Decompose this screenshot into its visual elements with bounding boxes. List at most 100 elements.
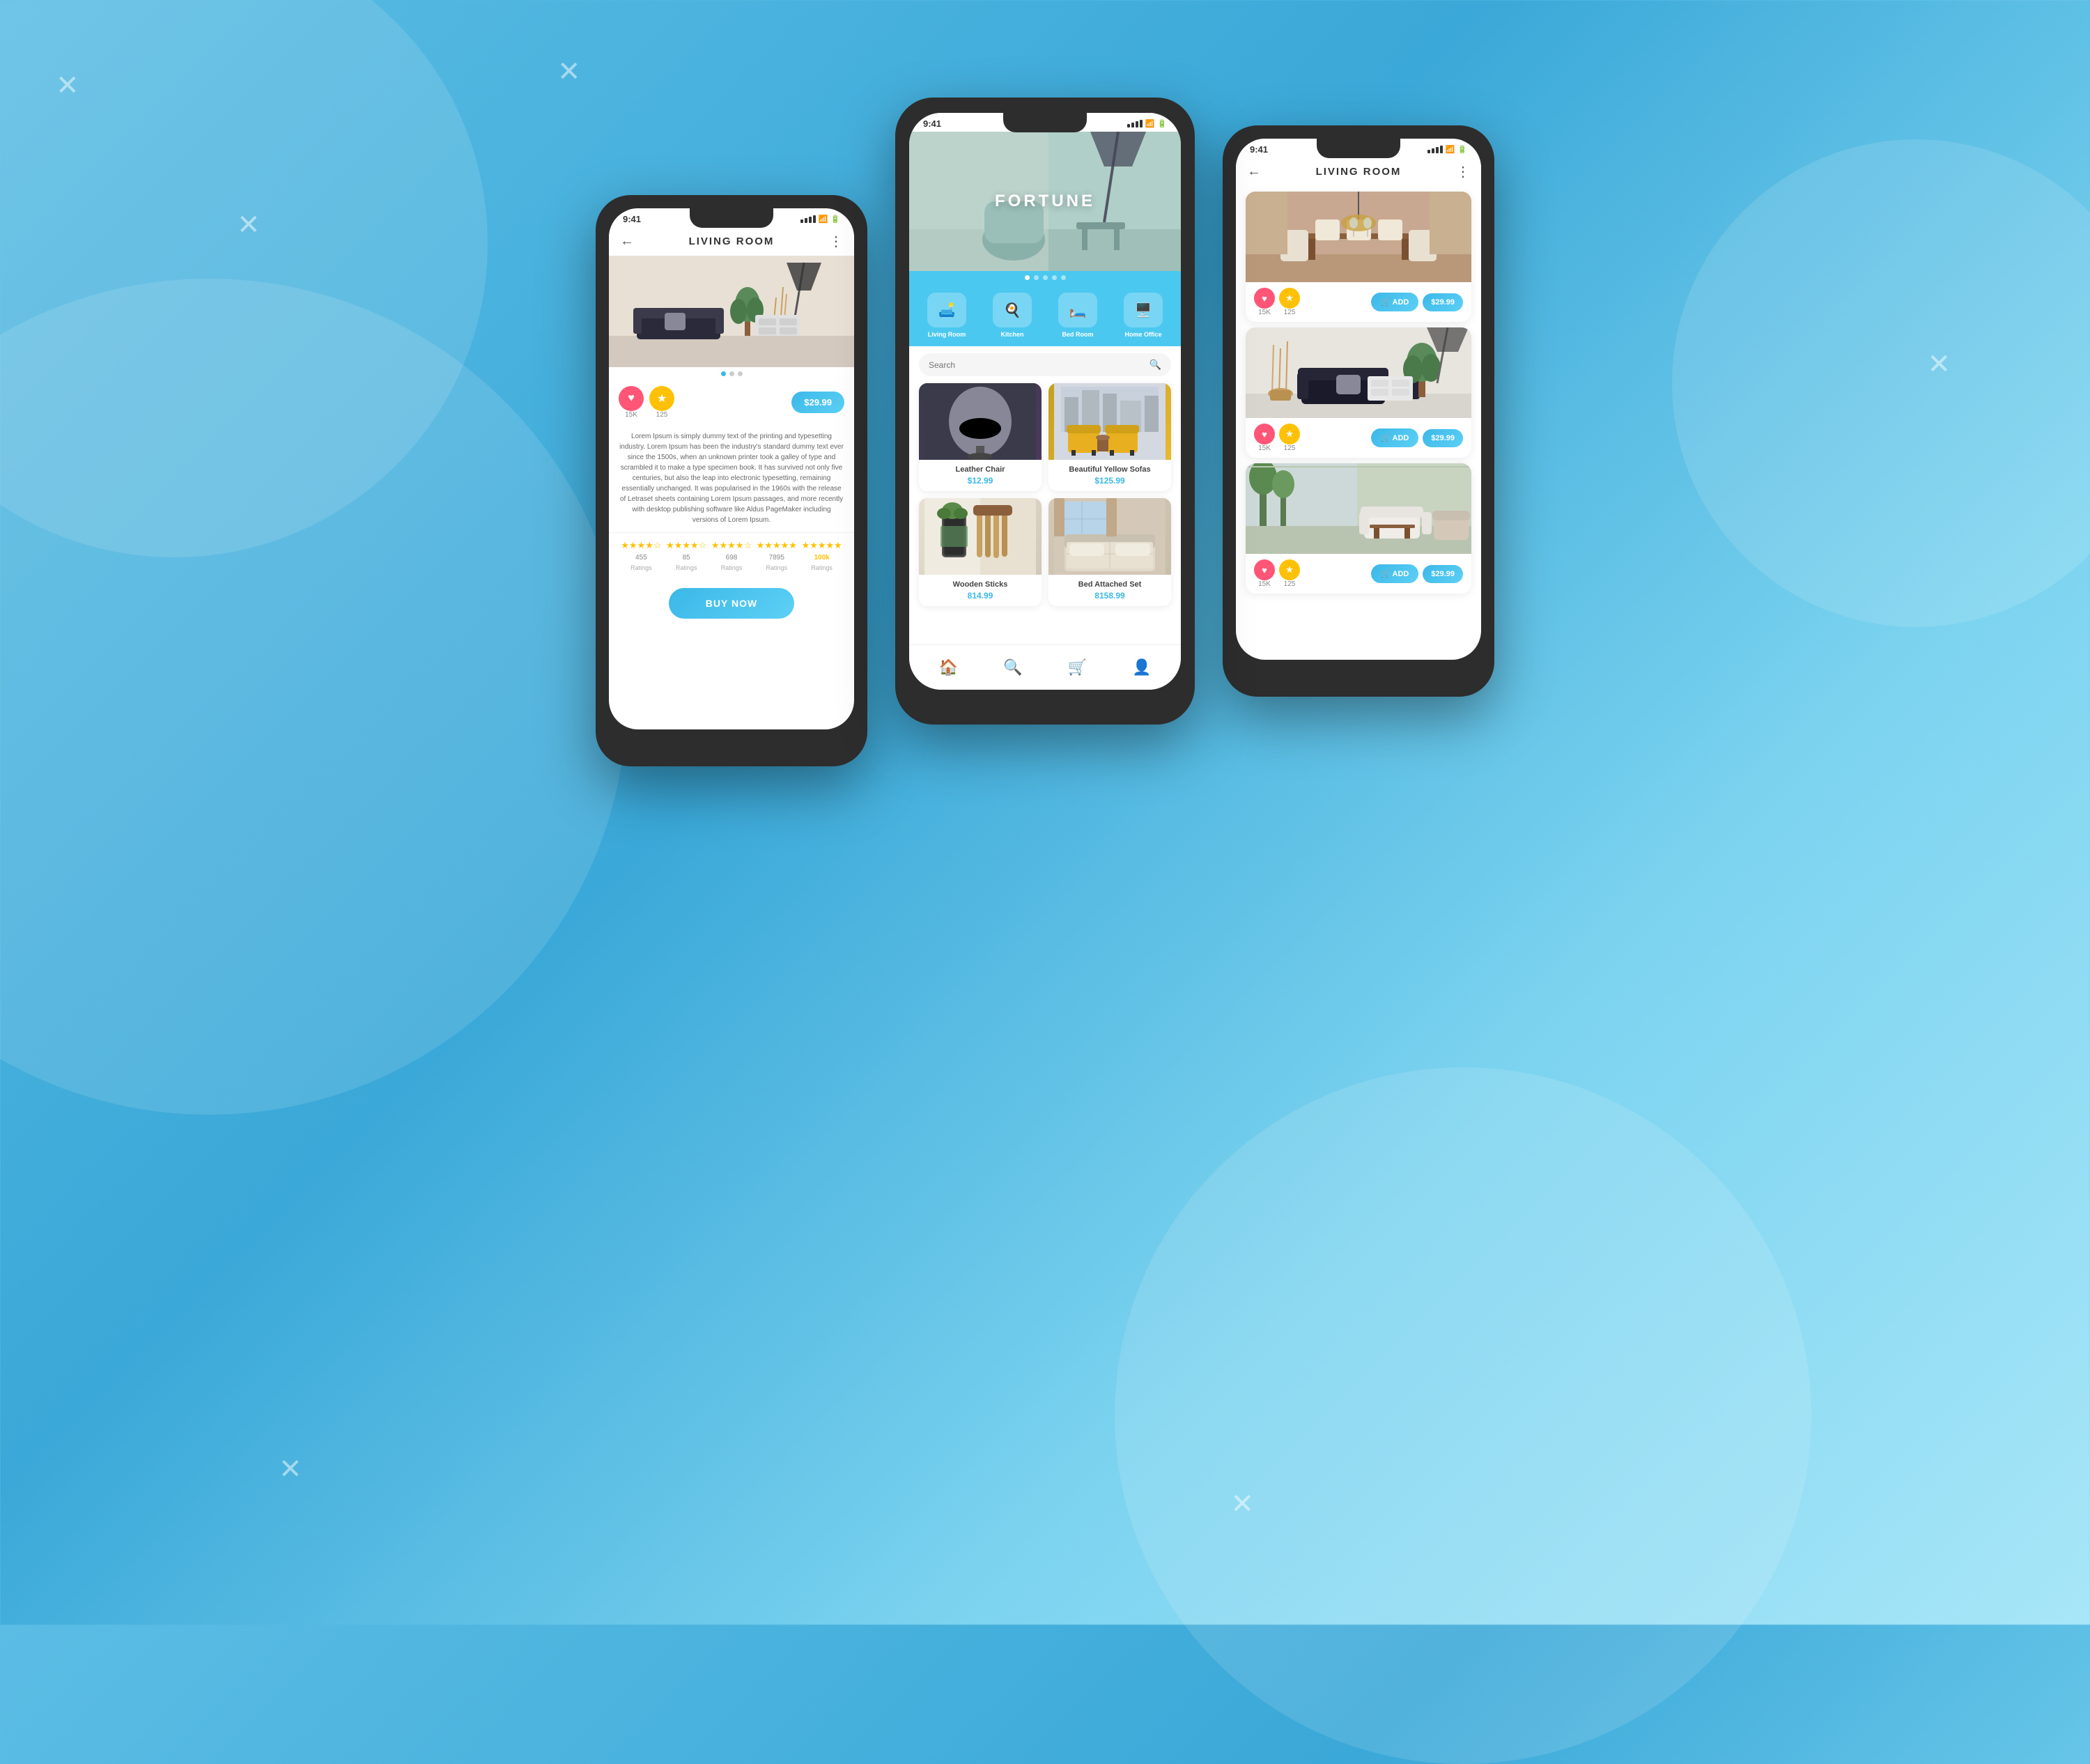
banner-dot-4 xyxy=(1052,275,1057,280)
bed-room-label: Bed Room xyxy=(1062,331,1094,338)
product-card-wooden-sticks[interactable]: Wooden Sticks 814.99 xyxy=(919,498,1042,606)
heart-count-left: ♥ 15K xyxy=(619,386,644,419)
status-time-center: 9:41 xyxy=(923,118,941,129)
star-label-right-2: 125 xyxy=(1284,444,1296,452)
star-count-right-2: ★ 125 xyxy=(1279,424,1300,452)
product-name-yellow-sofas: Beautiful Yellow Sofas xyxy=(1055,465,1164,474)
banner-dots xyxy=(909,271,1181,284)
count-2: 85 xyxy=(683,554,690,562)
hero-image-left xyxy=(609,256,854,367)
heart-count-right-2: ♥ 15K xyxy=(1254,424,1275,452)
notch xyxy=(690,208,773,228)
add-button-right-3[interactable]: 🛒 ADD xyxy=(1371,564,1418,583)
living-room-icon-box: 🛋️ xyxy=(927,293,966,327)
more-menu-left[interactable]: ⋮ xyxy=(829,233,843,250)
nav-search[interactable]: 🔍 xyxy=(998,652,1028,683)
wifi-icon-left: 📶 xyxy=(819,215,828,224)
dot-1 xyxy=(721,371,726,376)
rating-item-1: ★★★★☆ 455 Ratings xyxy=(621,540,661,571)
nav-home[interactable]: 🏠 xyxy=(933,652,963,683)
label-2: Ratings xyxy=(676,564,697,571)
search-bar[interactable]: 🔍 xyxy=(919,353,1171,376)
product-card-right-3[interactable]: ♥ 15K ★ 125 🛒 ADD $29.99 xyxy=(1246,463,1471,594)
dot-3 xyxy=(738,371,743,376)
label-5: Ratings xyxy=(811,564,833,571)
search-input[interactable] xyxy=(929,360,1144,370)
count-3: 698 xyxy=(726,554,738,562)
product-image-yellow-sofas xyxy=(1048,383,1171,460)
product-card-right-1[interactable]: ♥ 15K ★ 125 🛒 ADD $29.99 xyxy=(1246,192,1471,322)
left-phone-screen: 9:41 📶 🔋 ← LIVING ROOM ⋮ xyxy=(609,208,854,729)
product-price-bed-set: 8158.99 xyxy=(1055,591,1164,601)
heart-button-right-2[interactable]: ♥ xyxy=(1254,424,1275,444)
stars-4: ★★★★★ xyxy=(757,540,797,551)
heart-label-right-2: 15K xyxy=(1258,444,1271,452)
rating-item-3: ★★★★☆ 698 Ratings xyxy=(711,540,752,571)
fortune-banner: FORTUNE xyxy=(909,132,1181,271)
banner-dot-1 xyxy=(1025,275,1030,280)
star-button-left[interactable]: ★ xyxy=(649,386,674,411)
category-row: 🛋️ Living Room 🍳 Kitchen 🛏️ Bed Room xyxy=(909,284,1181,346)
product-price-yellow-sofas: $125.99 xyxy=(1055,476,1164,486)
buy-now-button[interactable]: BUY NOW xyxy=(669,588,794,619)
product-image-right-3 xyxy=(1246,463,1471,554)
page-title-left: LIVING ROOM xyxy=(689,235,775,247)
stars-5: ★★★★★ xyxy=(801,540,842,551)
product-card-leather-chair[interactable]: Leather Chair $12.99 xyxy=(919,383,1042,491)
product-info-yellow-sofas: Beautiful Yellow Sofas $125.99 xyxy=(1048,460,1171,491)
rating-item-2: ★★★★☆ 85 Ratings xyxy=(666,540,706,571)
product-card-bed-set[interactable]: Bed Attached Set 8158.99 xyxy=(1048,498,1171,606)
category-bed-room[interactable]: 🛏️ Bed Room xyxy=(1058,293,1097,338)
back-button-right[interactable]: ← xyxy=(1247,164,1261,180)
notch-center xyxy=(1003,113,1087,132)
status-time-left: 9:41 xyxy=(623,214,641,224)
product-image-wooden-sticks xyxy=(919,498,1042,575)
product-info-bed-set: Bed Attached Set 8158.99 xyxy=(1048,575,1171,606)
product-card-right-2[interactable]: ♥ 15K ★ 125 🛒 ADD $29.99 xyxy=(1246,327,1471,458)
signal-icon-right xyxy=(1427,146,1443,153)
star-button-right-1[interactable]: ★ xyxy=(1279,288,1300,309)
back-button-left[interactable]: ← xyxy=(620,233,634,249)
product-card-yellow-sofas[interactable]: Beautiful Yellow Sofas $125.99 xyxy=(1048,383,1171,491)
product-action-row-3: ♥ 15K ★ 125 🛒 ADD $29.99 xyxy=(1246,554,1471,594)
rating-item-4: ★★★★★ 7895 Ratings xyxy=(757,540,797,571)
category-living-room[interactable]: 🛋️ Living Room xyxy=(927,293,966,338)
product-grid: Leather Chair $12.99 xyxy=(909,383,1181,613)
cross-decoration: ✕ xyxy=(279,1453,302,1485)
star-count-right-1: ★ 125 xyxy=(1279,288,1300,316)
heart-button-right-3[interactable]: ♥ xyxy=(1254,559,1275,580)
star-button-right-2[interactable]: ★ xyxy=(1279,424,1300,444)
label-3: Ratings xyxy=(721,564,743,571)
status-time-right: 9:41 xyxy=(1250,144,1268,155)
wifi-icon-center: 📶 xyxy=(1145,119,1155,128)
count-1: 455 xyxy=(635,554,647,562)
right-phone: 9:41 📶 🔋 ← LIVING ROOM ⋮ xyxy=(1223,125,1494,697)
kitchen-label: Kitchen xyxy=(1000,331,1023,338)
heart-button-right-1[interactable]: ♥ xyxy=(1254,288,1275,309)
status-icons-right: 📶 🔋 xyxy=(1427,145,1467,154)
notch-right xyxy=(1317,139,1400,158)
star-button-right-3[interactable]: ★ xyxy=(1279,559,1300,580)
banner-title: FORTUNE xyxy=(995,192,1095,211)
heart-button-left[interactable]: ♥ xyxy=(619,386,644,411)
page-title-right: LIVING ROOM xyxy=(1316,166,1402,178)
product-name-bed-set: Bed Attached Set xyxy=(1055,580,1164,589)
ratings-row-left: ★★★★☆ 455 Ratings ★★★★☆ 85 Ratings ★★★★☆… xyxy=(609,532,854,578)
dot-2 xyxy=(729,371,734,376)
star-count-left: ★ 125 xyxy=(649,386,674,419)
category-kitchen[interactable]: 🍳 Kitchen xyxy=(993,293,1032,338)
banner-dot-5 xyxy=(1061,275,1066,280)
product-image-bed-set xyxy=(1048,498,1171,575)
battery-icon-right: 🔋 xyxy=(1457,145,1467,154)
nav-profile[interactable]: 👤 xyxy=(1127,652,1157,683)
category-home-office[interactable]: 🖥️ Home Office xyxy=(1124,293,1163,338)
add-button-right-2[interactable]: 🛒 ADD xyxy=(1371,428,1418,447)
chair-svg xyxy=(924,383,1036,460)
nav-cart[interactable]: 🛒 xyxy=(1062,652,1092,683)
more-menu-right[interactable]: ⋮ xyxy=(1456,163,1470,180)
cross-decoration: ✕ xyxy=(1230,1488,1254,1520)
add-button-right-1[interactable]: 🛒 ADD xyxy=(1371,293,1418,311)
price-button-left[interactable]: $29.99 xyxy=(791,392,844,413)
left-phone: 9:41 📶 🔋 ← LIVING ROOM ⋮ xyxy=(596,195,867,766)
star-label-right-3: 125 xyxy=(1284,580,1296,588)
